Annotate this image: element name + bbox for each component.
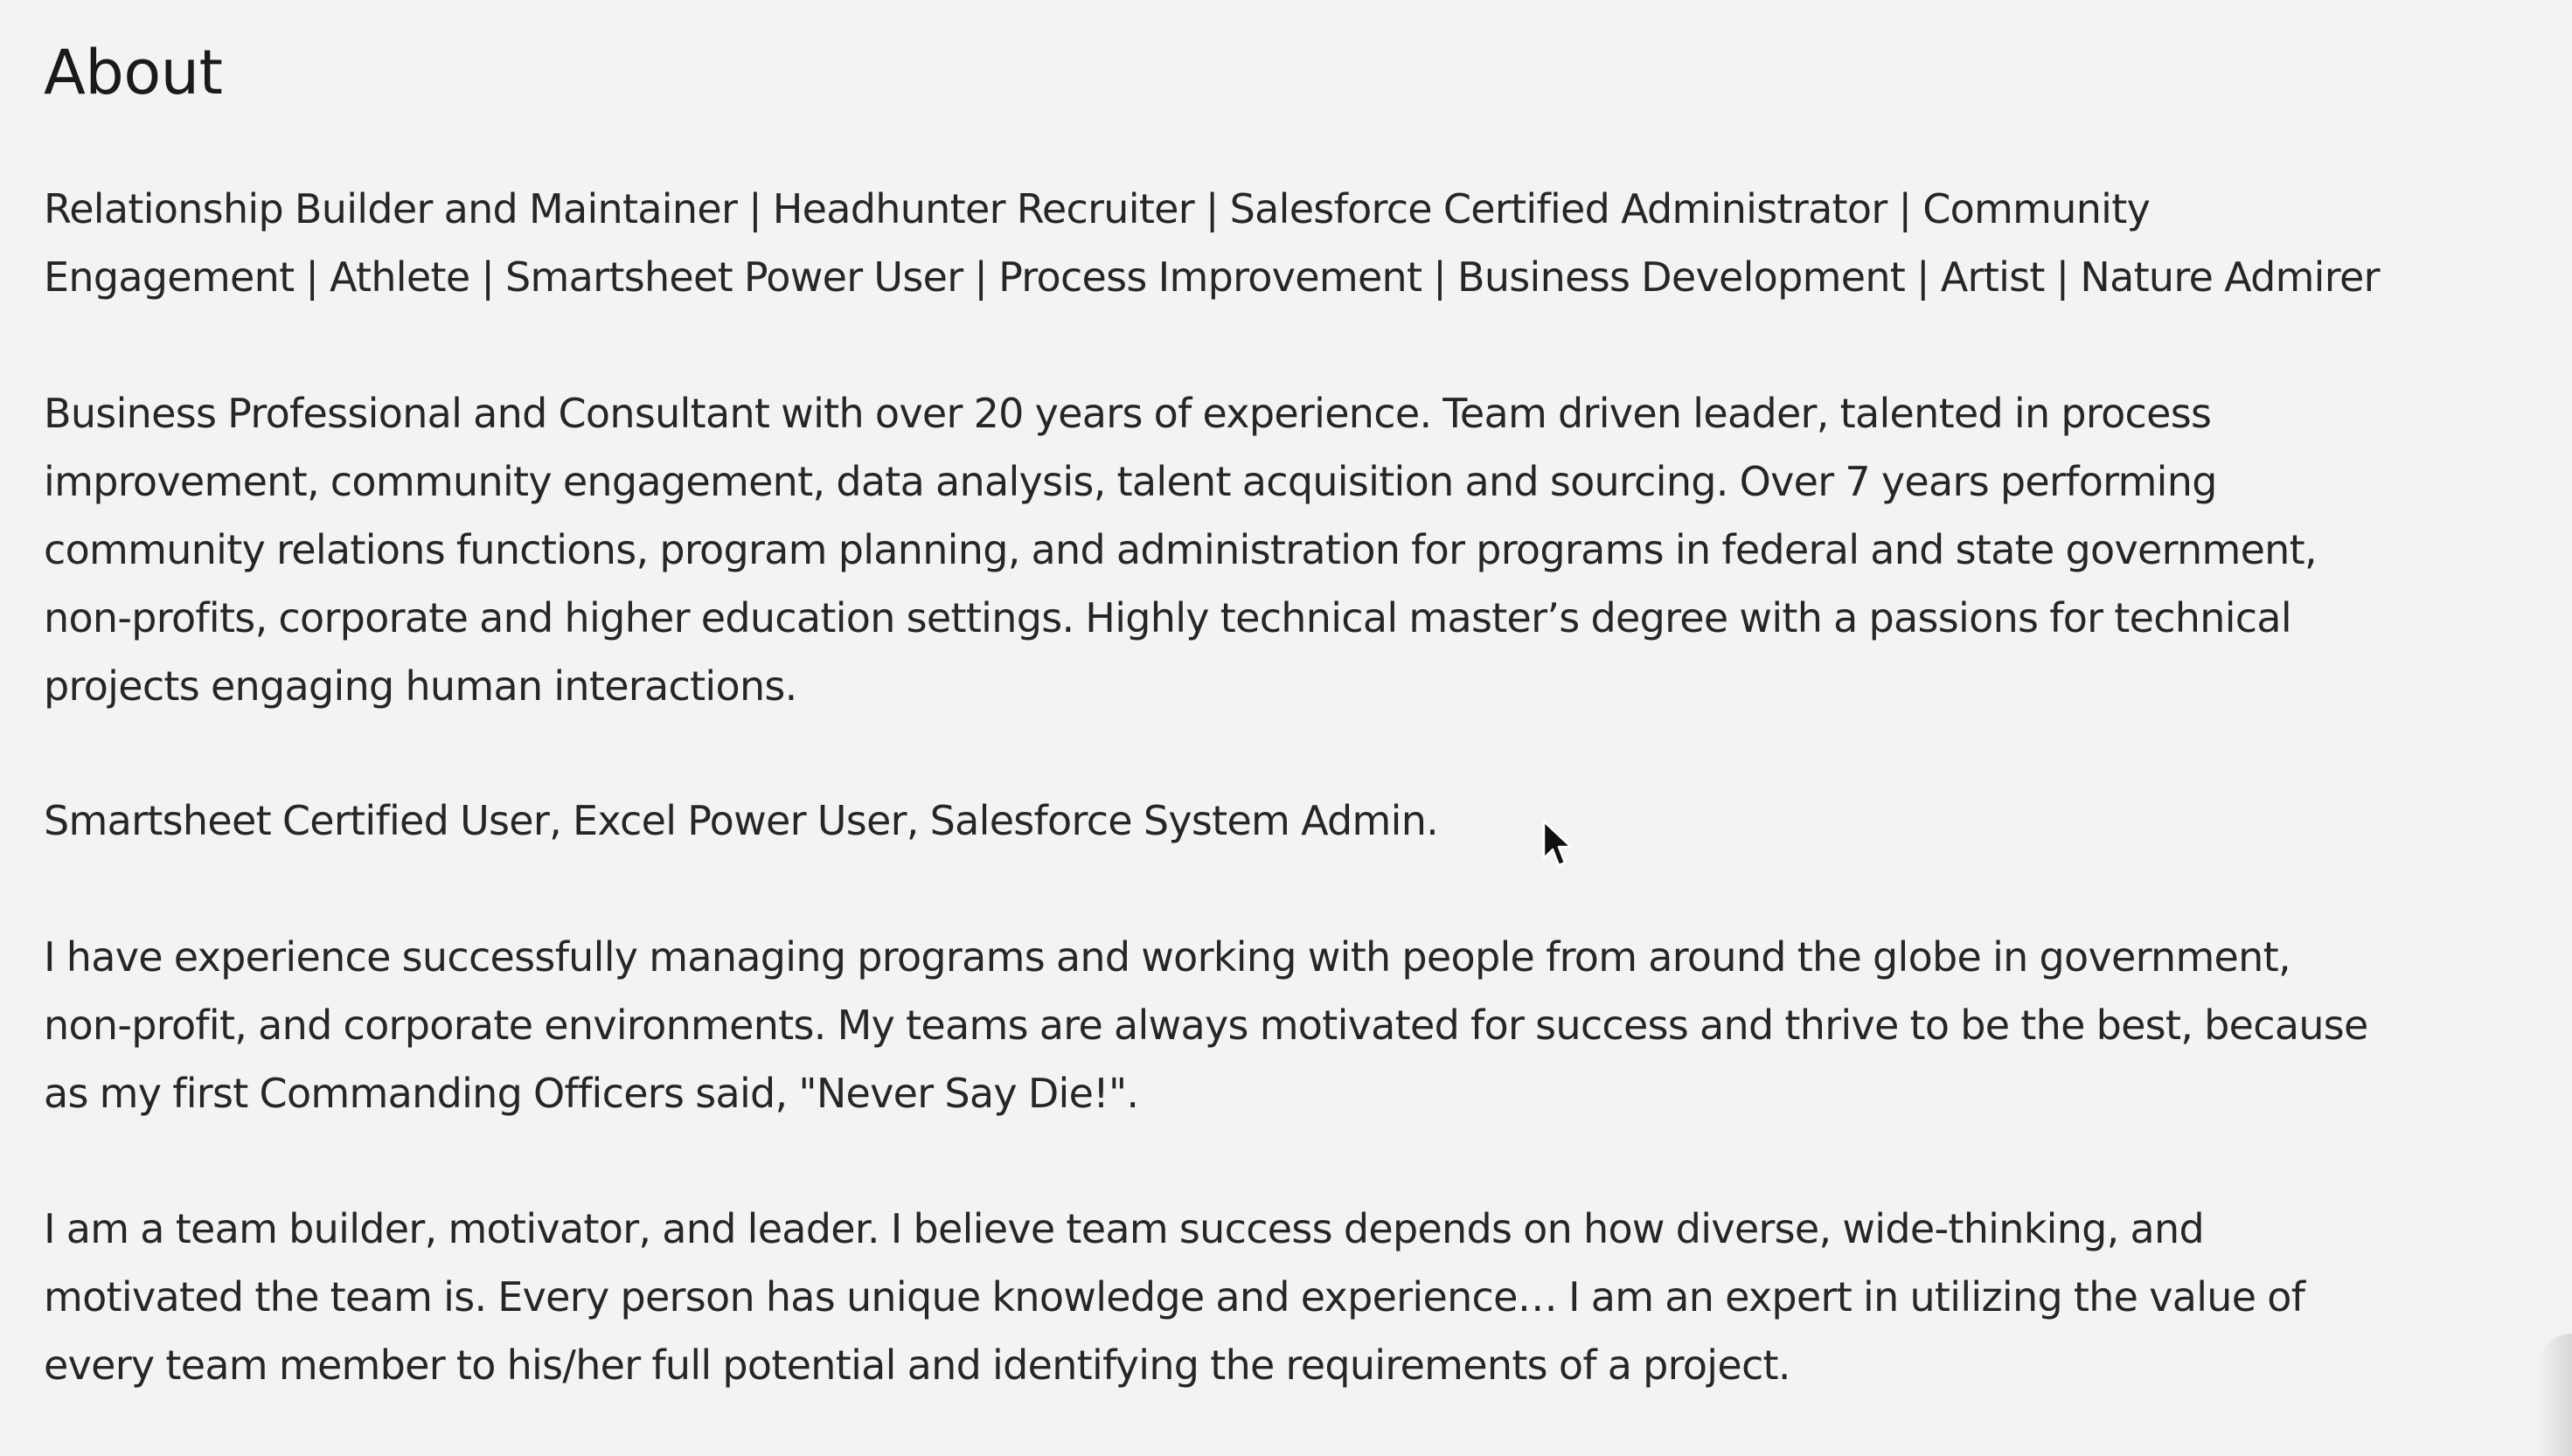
certifications-paragraph: Smartsheet Certified User, Excel Power U… (44, 797, 1439, 844)
headline-paragraph: Relationship Builder and Maintainer | He… (44, 185, 2380, 301)
section-title: About (44, 37, 223, 108)
window-corner-shadow (2537, 1334, 2572, 1456)
summary-paragraph: Business Professional and Consultant wit… (44, 390, 2318, 710)
mouse-pointer-icon (1542, 820, 1573, 867)
leadership-paragraph: I am a team builder, motivator, and lead… (44, 1205, 2305, 1389)
about-heading-wrap: About (44, 0, 223, 112)
experience-paragraph: I have experience successfully managing … (44, 933, 2368, 1117)
